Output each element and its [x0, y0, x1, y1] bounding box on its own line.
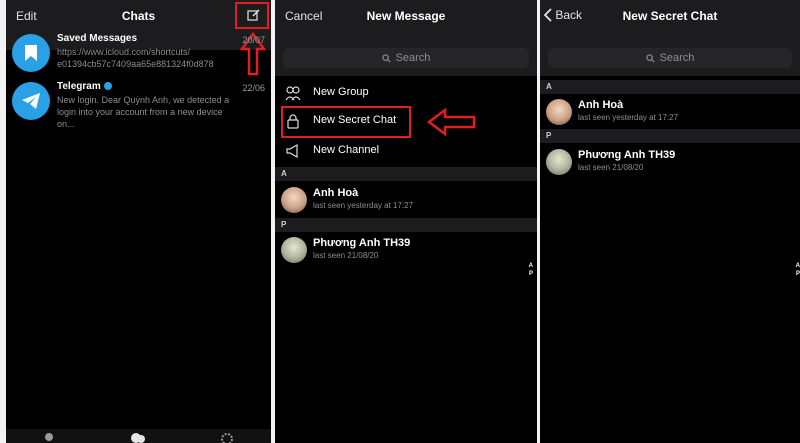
contact-last-seen: last seen yesterday at 17:27 [578, 113, 679, 122]
megaphone-icon [286, 143, 298, 159]
secret-chat-title: New Secret Chat [622, 9, 718, 23]
search-placeholder: Search [395, 52, 431, 64]
chat-title: Telegram [57, 81, 112, 92]
contact-row[interactable]: Anh Hoà last seen yesterday at 17:27 [275, 184, 537, 214]
chats-screen: Edit Chats Saved Messages 20/07 https://… [6, 0, 271, 443]
section-index-p[interactable]: P [529, 270, 533, 278]
left-arrow-annotation [427, 108, 476, 136]
new-message-title: New Message [366, 9, 446, 23]
menu-label: New Channel [313, 144, 380, 156]
section-index-a[interactable]: A [796, 262, 800, 270]
new-group-item[interactable]: New Group [275, 80, 537, 106]
secret-chat-header: Back New Secret Chat Search [540, 0, 800, 76]
search-input[interactable]: Search [283, 48, 529, 68]
section-header: A [275, 167, 537, 181]
search-icon [645, 53, 655, 63]
contact-name: Phương Anh TH39 [578, 149, 676, 161]
search-placeholder: Search [659, 52, 695, 64]
verified-badge-icon [103, 82, 112, 91]
chats-icon[interactable] [130, 431, 145, 443]
chat-preview: New login. Dear Quỳnh Anh, we detected a… [57, 95, 230, 129]
contacts-icon[interactable] [42, 431, 56, 443]
new-channel-item[interactable]: New Channel [275, 138, 537, 164]
new-secret-chat-screen: Back New Secret Chat Search A Anh Hoà la… [540, 0, 800, 443]
chat-item-telegram[interactable]: Telegram 22/06 New login. Dear Quỳnh Anh… [6, 78, 271, 129]
contact-row[interactable]: Phương Anh TH39 last seen 21/08/20 [275, 234, 537, 264]
menu-label: New Group [313, 86, 369, 98]
avatar [281, 237, 307, 263]
chats-title: Chats [121, 9, 156, 23]
section-index-p[interactable]: P [796, 270, 800, 278]
telegram-logo-icon [12, 82, 50, 120]
section-index-a[interactable]: A [529, 262, 533, 270]
chat-date: 22/06 [242, 83, 265, 93]
avatar [546, 149, 572, 175]
chat-title-text: Telegram [57, 81, 101, 92]
tab-bar [6, 429, 271, 443]
chat-title: Saved Messages [57, 33, 138, 44]
contact-last-seen: last seen 21/08/20 [578, 163, 644, 172]
new-message-screen: Cancel New Message Search New Group New … [275, 0, 537, 443]
chat-item-saved-messages[interactable]: Saved Messages 20/07 https://www.icloud.… [6, 30, 271, 76]
section-header: A [540, 80, 800, 94]
chat-preview: https://www.icloud.com/shortcuts/ e01394… [57, 47, 214, 69]
search-icon [381, 53, 391, 63]
search-input[interactable]: Search [548, 48, 792, 68]
group-icon [285, 86, 301, 101]
bookmark-icon [12, 34, 50, 72]
section-header: P [540, 129, 800, 143]
contact-name: Anh Hoà [578, 99, 624, 111]
contact-row[interactable]: Phương Anh TH39 last seen 21/08/20 [540, 146, 800, 176]
chat-date: 20/07 [242, 35, 265, 45]
contact-name: Phương Anh TH39 [313, 237, 411, 249]
secret-chat-highlight-box [281, 106, 411, 138]
contact-last-seen: last seen 21/08/20 [313, 251, 379, 260]
compose-highlight-box [235, 2, 269, 29]
contact-last-seen: last seen yesterday at 17:27 [313, 201, 414, 210]
avatar [546, 99, 572, 125]
contact-row[interactable]: Anh Hoà last seen yesterday at 17:27 [540, 96, 800, 126]
contact-name: Anh Hoà [313, 187, 359, 199]
section-header: P [275, 218, 537, 232]
avatar [281, 187, 307, 213]
settings-icon[interactable] [220, 431, 234, 443]
new-message-header: Cancel New Message Search [275, 0, 537, 76]
